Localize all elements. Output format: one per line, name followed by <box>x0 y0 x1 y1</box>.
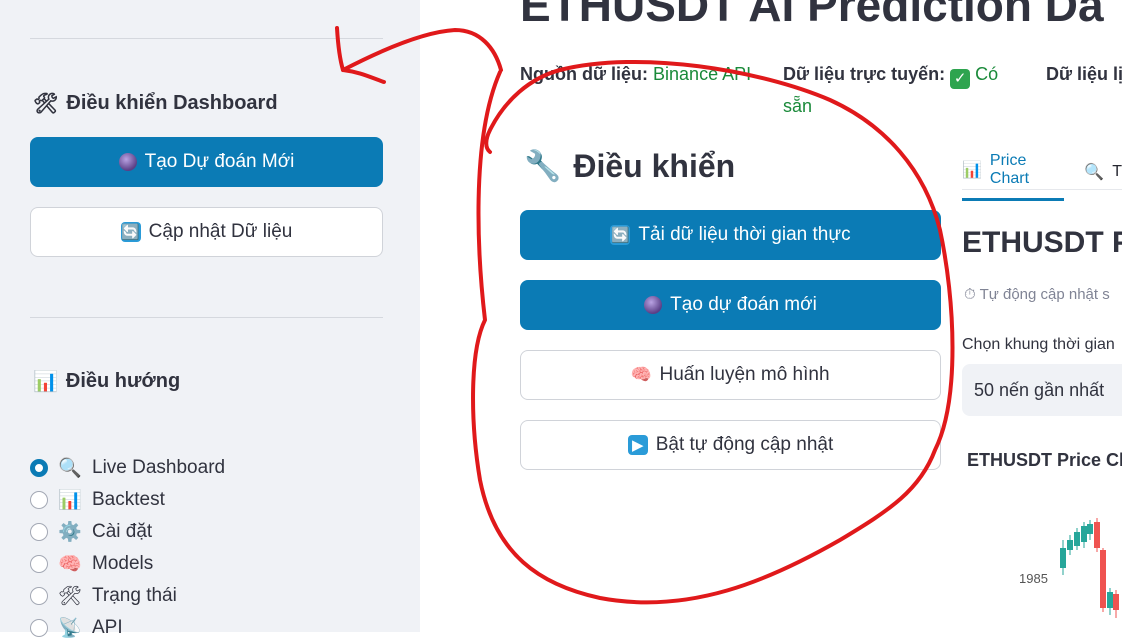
chart-tabs: 📊 Price Chart 🔍 T <box>962 148 1122 201</box>
historical-data-info: Dữ liệu lị <box>1046 64 1122 84</box>
candles <box>1060 518 1119 618</box>
timeframe-label: Chọn khung thời gian <box>962 336 1115 353</box>
timeframe-select[interactable]: 50 nến gần nhất <box>962 364 1122 416</box>
sidebar-control-heading: 🛠 Điều khiển Dashboard <box>33 92 278 115</box>
checkmark-icon: ✓ <box>950 69 971 89</box>
radio-button[interactable] <box>30 587 48 605</box>
load-realtime-button[interactable]: 🔄 Tải dữ liệu thời gian thực <box>520 210 941 260</box>
bar-chart-icon: 📊 <box>58 490 82 511</box>
refresh-icon: 🔄 <box>120 222 141 242</box>
data-source-info: Nguồn dữ liệu: Binance API <box>520 64 752 84</box>
y-axis-tick: 1985 <box>1019 571 1048 586</box>
nav-radio-live-dashboard[interactable]: 🔍 Live Dashboard <box>30 456 225 480</box>
sidebar: 🛠 Điều khiển Dashboard Tạo Dự đoán Mới 🔄… <box>0 0 420 639</box>
nav-radio-settings[interactable]: ⚙️ Cài đặt <box>30 520 152 544</box>
radio-button[interactable] <box>30 523 48 541</box>
crystal-ball-icon <box>644 296 663 314</box>
sidebar-new-prediction-button[interactable]: Tạo Dự đoán Mới <box>30 137 383 187</box>
hammer-wrench-icon: 🛠 <box>57 586 83 607</box>
stopwatch-icon: ⏱ <box>964 286 976 303</box>
auto-update-text: ⏱ Tự động cập nhật s <box>964 286 1110 303</box>
tab-price-chart[interactable]: 📊 Price Chart <box>962 148 1065 201</box>
radio-button[interactable] <box>30 555 48 573</box>
nav-radio-status[interactable]: 🛠 Trạng thái <box>30 584 177 608</box>
new-prediction-button[interactable]: Tạo dự đoán mới <box>520 280 941 330</box>
divider <box>30 38 383 39</box>
sidebar-update-data-button[interactable]: 🔄 Cập nhật Dữ liệu <box>30 207 383 257</box>
magnifier-icon: 🔍 <box>1084 163 1105 181</box>
auto-update-button[interactable]: ▶ Bật tự động cập nhật <box>520 420 941 470</box>
controls-heading: 🔧 Điều khiển <box>524 148 736 184</box>
brain-icon: 🧠 <box>630 365 653 384</box>
tab-second[interactable]: 🔍 T <box>1084 148 1122 201</box>
play-icon: ▶ <box>627 435 648 455</box>
satellite-icon: 📡 <box>58 618 82 639</box>
wrench-icon: 🔧 <box>524 150 562 183</box>
refresh-icon: 🔄 <box>610 225 631 245</box>
sidebar-nav-heading: 📊 Điều hướng <box>33 370 181 393</box>
page-title: ETHUSDT AI Prediction Da <box>520 0 1104 31</box>
radio-button[interactable] <box>30 459 48 477</box>
gear-icon: ⚙️ <box>58 522 82 543</box>
train-model-button[interactable]: 🧠 Huấn luyện mô hình <box>520 350 941 400</box>
chart-title: ETHUSDT Price Ch <box>967 450 1122 470</box>
nav-radio-models[interactable]: 🧠 Models <box>30 552 153 576</box>
hammer-wrench-icon: 🛠 <box>33 93 59 115</box>
brain-icon: 🧠 <box>58 554 82 575</box>
bar-chart-icon: 📊 <box>33 371 58 393</box>
magnifier-icon: 🔍 <box>58 458 82 479</box>
radio-button[interactable] <box>30 619 48 637</box>
bar-chart-icon: 📊 <box>962 162 982 179</box>
nav-radio-backtest[interactable]: 📊 Backtest <box>30 488 165 512</box>
chart-section-heading: ETHUSDT P <box>962 226 1122 259</box>
tab-underline <box>962 189 1122 190</box>
divider <box>30 317 383 318</box>
nav-radio-api[interactable]: 📡 API <box>30 616 123 640</box>
online-data-info: Dữ liệu trực tuyến: ✓ Có sẵn <box>783 64 999 116</box>
crystal-ball-icon <box>118 153 137 171</box>
radio-button[interactable] <box>30 491 48 509</box>
